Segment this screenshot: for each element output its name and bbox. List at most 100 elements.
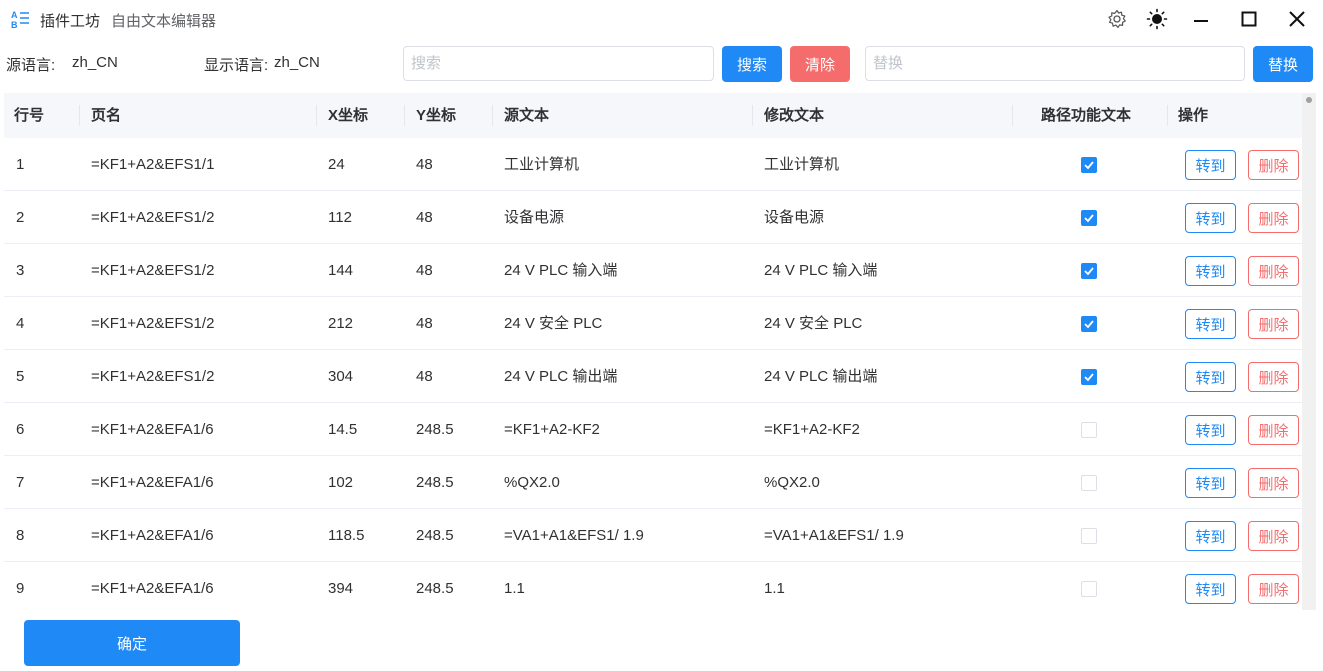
path-func-checkbox[interactable] (1081, 157, 1097, 173)
cell-modified: 24 V 安全 PLC (764, 315, 863, 332)
path-func-checkbox[interactable] (1081, 210, 1097, 226)
cell-x: 304 (328, 368, 354, 385)
table-row: 2 =KF1+A2&EFS1/2 112 48 设备电源 设备电源 转到 删除 (4, 191, 1302, 244)
delete-button[interactable]: 删除 (1248, 415, 1299, 445)
delete-button[interactable]: 删除 (1248, 256, 1299, 286)
cell-y: 248.5 (416, 474, 454, 491)
cell-row-no: 7 (16, 474, 25, 491)
cell-row-no: 5 (16, 368, 25, 385)
goto-button[interactable]: 转到 (1185, 415, 1236, 445)
gear-icon[interactable] (1106, 8, 1128, 30)
clear-button[interactable]: 清除 (790, 46, 850, 82)
display-lang-value: zh_CN (274, 54, 320, 71)
cell-modified: %QX2.0 (764, 474, 820, 491)
text-table: 行号 页名 X坐标 Y坐标 源文本 修改文本 路径功能文本 操作 1 =KF1+A… (4, 93, 1302, 610)
svg-text:A: A (11, 10, 18, 20)
table-row: 6 =KF1+A2&EFA1/6 14.5 248.5 =KF1+A2-KF2 =KF1+… (4, 403, 1302, 456)
minimize-icon[interactable] (1190, 8, 1212, 30)
cell-row-no: 6 (16, 421, 25, 438)
app-subtitle: 自由文本编辑器 (111, 13, 217, 30)
app-title: 插件工坊 (40, 13, 101, 30)
cell-modified: 工业计算机 (764, 156, 840, 173)
cell-page: =KF1+A2&EFA1/6 (91, 474, 214, 491)
search-button[interactable]: 搜索 (722, 46, 782, 82)
display-lang-label: 显示语言: (204, 57, 269, 74)
cell-source: %QX2.0 (504, 474, 560, 491)
goto-button[interactable]: 转到 (1185, 309, 1236, 339)
cell-x: 394 (328, 580, 354, 597)
path-func-checkbox[interactable] (1081, 263, 1097, 279)
cell-row-no: 4 (16, 315, 25, 332)
cell-modified: 设备电源 (764, 209, 825, 226)
path-func-checkbox[interactable] (1081, 316, 1097, 332)
path-func-checkbox[interactable] (1081, 422, 1097, 438)
goto-button[interactable]: 转到 (1185, 256, 1236, 286)
cell-y: 48 (416, 315, 433, 332)
goto-button[interactable]: 转到 (1185, 574, 1236, 604)
cell-page: =KF1+A2&EFS1/2 (91, 368, 215, 385)
path-func-checkbox[interactable] (1081, 369, 1097, 385)
header-divider (79, 105, 80, 126)
sun-icon[interactable] (1146, 8, 1168, 30)
table-row: 1 =KF1+A2&EFS1/1 24 48 工业计算机 工业计算机 转到 删除 (4, 138, 1302, 191)
table-row: 4 =KF1+A2&EFS1/2 212 48 24 V 安全 PLC 24 V 安全 P… (4, 297, 1302, 350)
cell-x: 144 (328, 262, 354, 279)
delete-button[interactable]: 删除 (1248, 203, 1299, 233)
source-lang-value: zh_CN (72, 54, 118, 71)
delete-button[interactable]: 删除 (1248, 362, 1299, 392)
table-header: 行号 页名 X坐标 Y坐标 源文本 修改文本 路径功能文本 操作 (4, 93, 1302, 138)
maximize-icon[interactable] (1238, 8, 1260, 30)
delete-button[interactable]: 删除 (1248, 521, 1299, 551)
goto-button[interactable]: 转到 (1185, 468, 1236, 498)
replace-button[interactable]: 替换 (1253, 46, 1313, 82)
cell-page: =KF1+A2&EFS1/2 (91, 315, 215, 332)
delete-button[interactable]: 删除 (1248, 150, 1299, 180)
cell-page: =KF1+A2&EFA1/6 (91, 421, 214, 438)
close-icon[interactable] (1286, 8, 1308, 30)
cell-y: 248.5 (416, 580, 454, 597)
header-page: 页名 (91, 107, 122, 124)
header-divider (404, 105, 405, 126)
cell-modified: 1.1 (764, 580, 785, 597)
title-bar: A B 插件工坊 自由文本编辑器 (0, 0, 1323, 38)
header-divider (316, 105, 317, 126)
cell-source: =VA1+A1&EFS1/ 1.9 (504, 527, 644, 544)
checkmark-icon (1084, 214, 1094, 223)
checkmark-icon (1084, 320, 1094, 329)
cell-source: =KF1+A2-KF2 (504, 421, 600, 438)
header-path-func: 路径功能文本 (1041, 107, 1132, 124)
svg-text:B: B (11, 20, 18, 29)
goto-button[interactable]: 转到 (1185, 521, 1236, 551)
cell-page: =KF1+A2&EFS1/1 (91, 156, 215, 173)
goto-button[interactable]: 转到 (1185, 362, 1236, 392)
path-func-checkbox[interactable] (1081, 528, 1097, 544)
cell-y: 48 (416, 209, 433, 226)
header-modified: 修改文本 (764, 107, 825, 124)
header-row-no: 行号 (14, 107, 45, 124)
path-func-checkbox[interactable] (1081, 581, 1097, 597)
table-row: 8 =KF1+A2&EFA1/6 118.5 248.5 =VA1+A1&EFS1/ 1… (4, 509, 1302, 562)
source-lang-label: 源语言: (6, 57, 56, 74)
goto-button[interactable]: 转到 (1185, 203, 1236, 233)
cell-x: 102 (328, 474, 354, 491)
cell-source: 24 V PLC 输出端 (504, 368, 618, 385)
scroll-up-icon[interactable] (1306, 97, 1312, 103)
confirm-button[interactable]: 确定 (24, 620, 240, 666)
cell-page: =KF1+A2&EFS1/2 (91, 262, 215, 279)
cell-y: 248.5 (416, 527, 454, 544)
delete-button[interactable]: 删除 (1248, 574, 1299, 604)
table-row: 5 =KF1+A2&EFS1/2 304 48 24 V PLC 输出端 24 V PLC… (4, 350, 1302, 403)
cell-page: =KF1+A2&EFS1/2 (91, 209, 215, 226)
cell-source: 24 V 安全 PLC (504, 315, 603, 332)
header-divider (1012, 105, 1013, 126)
search-input[interactable] (403, 46, 714, 81)
header-x: X坐标 (328, 107, 369, 124)
table-scrollbar[interactable] (1302, 93, 1316, 610)
delete-button[interactable]: 删除 (1248, 468, 1299, 498)
header-source: 源文本 (504, 107, 550, 124)
path-func-checkbox[interactable] (1081, 475, 1097, 491)
goto-button[interactable]: 转到 (1185, 150, 1236, 180)
delete-button[interactable]: 删除 (1248, 309, 1299, 339)
replace-input[interactable] (865, 46, 1245, 81)
cell-x: 14.5 (328, 421, 358, 438)
